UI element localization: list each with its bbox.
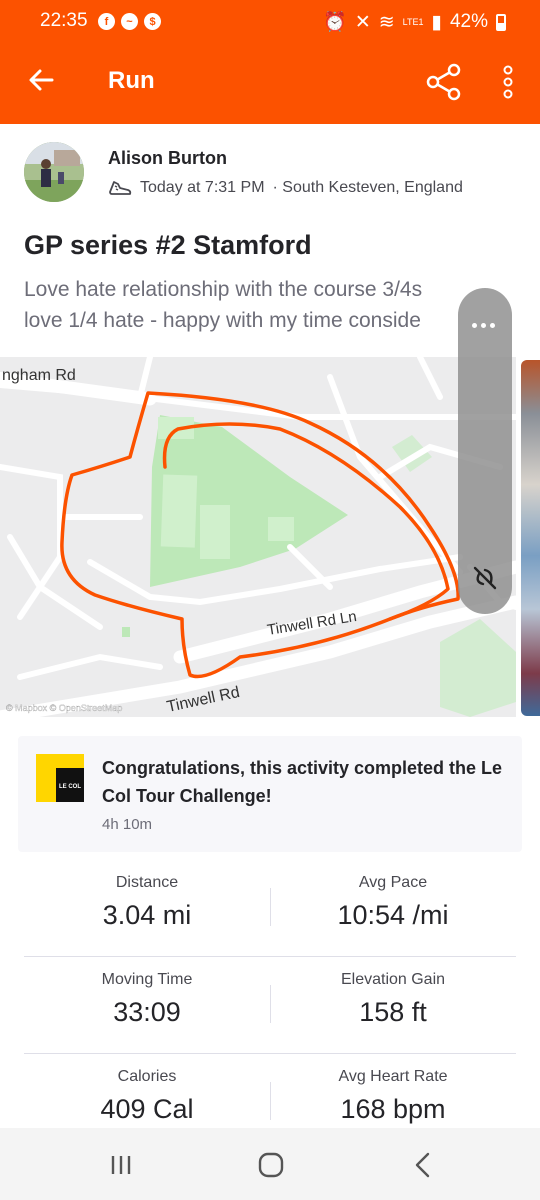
stats-row: Moving Time 33:09 Elevation Gain 158 ft	[24, 957, 516, 1054]
more-dots-icon[interactable]	[472, 308, 499, 334]
hide-icon[interactable]	[471, 564, 499, 592]
page-title: Run	[108, 67, 155, 94]
activity-location: · South Kesteven, England	[272, 179, 463, 196]
le-col-logo: LE COL	[36, 754, 84, 802]
avatar[interactable]	[24, 142, 84, 202]
photo-peek[interactable]	[521, 360, 540, 716]
stats-row: Distance 3.04 mi Avg Pace 10:54 /mi	[24, 860, 516, 957]
battery-icon	[496, 13, 506, 31]
stat-label: Calories	[117, 1068, 177, 1085]
status-time: 22:35	[40, 10, 88, 31]
messenger-icon: ~	[121, 13, 138, 30]
stat-moving-time: Moving Time 33:09	[24, 971, 270, 1028]
mute-icon: ✕	[354, 11, 371, 33]
stats-grid: Distance 3.04 mi Avg Pace 10:54 /mi Movi…	[24, 860, 516, 1151]
back-icon[interactable]	[408, 1150, 438, 1180]
share-icon[interactable]	[424, 62, 464, 102]
stat-avg-heart-rate: Avg Heart Rate 168 bpm	[270, 1068, 516, 1125]
logo-text: LE COL	[59, 784, 81, 790]
activity-description: Love hate relationship with the course 3…	[24, 274, 494, 336]
stat-label: Avg Pace	[358, 874, 428, 891]
route-map[interactable]: ngham Rd Tinwell Rd Ln Tinwell Rd © Mapb…	[0, 357, 516, 717]
status-bar: 22:35 f ~ $ ⏰ ✕ ≋ LTE1 ▮ 42%	[0, 0, 540, 40]
activity-time: Today at 7:31 PM	[140, 179, 265, 196]
stat-value: 33:09	[113, 997, 181, 1027]
wifi-icon: ≋	[378, 11, 395, 33]
shoe-icon	[109, 181, 132, 195]
road-label: ngham Rd	[2, 367, 76, 384]
status-right: ⏰ ✕ ≋ LTE1 ▮ 42%	[323, 10, 506, 34]
home-icon[interactable]	[256, 1150, 286, 1180]
alarm-icon: ⏰	[323, 12, 347, 33]
signal-icon: ▮	[431, 11, 442, 33]
description-line-1: Love hate relationship with the course 3…	[24, 278, 423, 301]
description-line-2: love 1/4 hate - happy with my time consi…	[24, 309, 421, 332]
stat-value: 3.04 mi	[102, 900, 192, 930]
challenge-card[interactable]: LE COL Congratulations, this activity co…	[18, 736, 522, 852]
activity-title: GP series #2 Stamford	[24, 230, 312, 260]
stat-label: Moving Time	[101, 971, 193, 988]
facebook-icon: f	[98, 13, 115, 30]
edge-panel-handle[interactable]	[458, 288, 512, 614]
more-vertical-icon[interactable]	[496, 64, 520, 100]
stat-label: Avg Heart Rate	[338, 1068, 448, 1085]
stat-value: 158 ft	[359, 997, 427, 1027]
stat-calories: Calories 409 Cal	[24, 1068, 270, 1125]
stat-distance: Distance 3.04 mi	[24, 874, 270, 931]
notification-icons: f ~ $	[98, 13, 161, 30]
battery-percent: 42%	[449, 11, 488, 32]
stat-avg-pace: Avg Pace 10:54 /mi	[270, 874, 516, 931]
stat-elevation-gain: Elevation Gain 158 ft	[270, 971, 516, 1028]
challenge-time: 4h 10m	[102, 816, 153, 833]
map-attribution: © Mapbox © OpenStreetMap	[6, 703, 122, 713]
system-nav-bar	[0, 1128, 540, 1200]
stat-value: 168 bpm	[340, 1094, 446, 1124]
athlete-name[interactable]: Alison Burton	[108, 148, 227, 169]
money-icon: $	[144, 13, 161, 30]
challenge-text: Congratulations, this activity completed…	[102, 758, 503, 806]
stat-value: 10:54 /mi	[337, 900, 449, 930]
recents-icon[interactable]	[106, 1150, 136, 1180]
activity-meta: Today at 7:31 PM · South Kesteven, Engla…	[108, 178, 463, 198]
stat-value: 409 Cal	[100, 1094, 194, 1124]
back-arrow-icon[interactable]	[26, 64, 58, 96]
stat-label: Elevation Gain	[340, 971, 446, 988]
network-type: LTE1	[402, 17, 424, 27]
app-bar: Run	[0, 40, 540, 124]
stat-label: Distance	[115, 874, 179, 891]
